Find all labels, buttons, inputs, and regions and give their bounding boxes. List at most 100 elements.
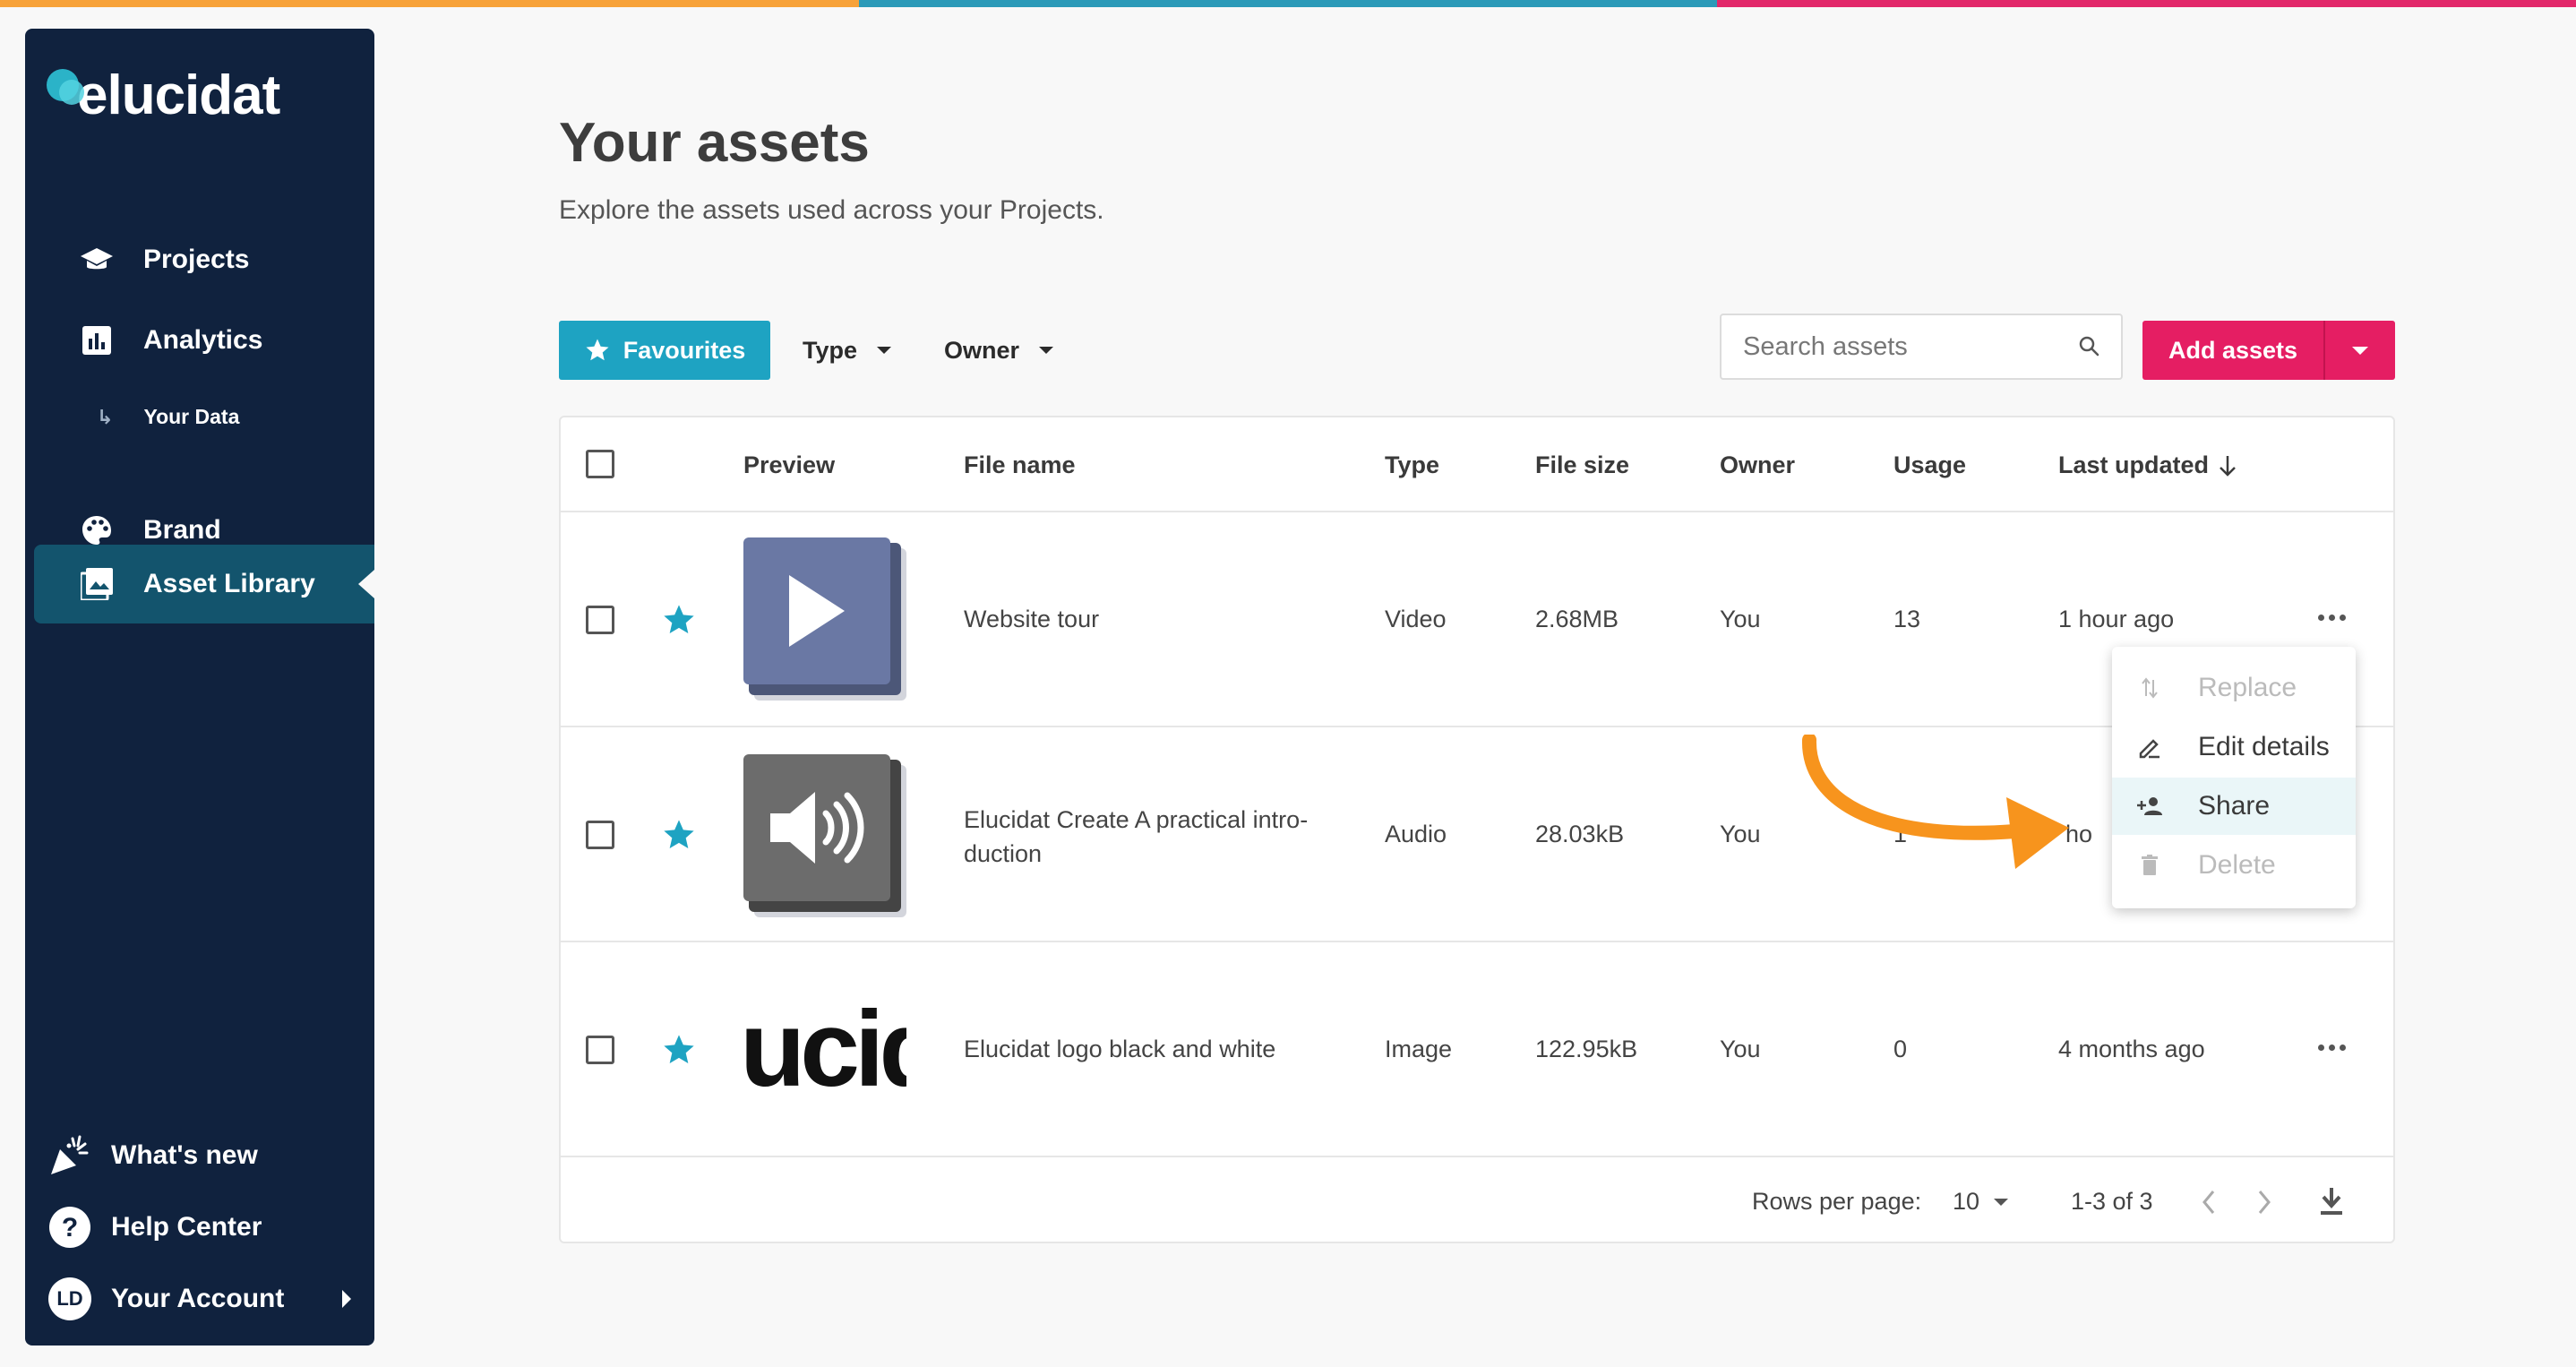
logo-mark-icon bbox=[43, 64, 90, 117]
column-header-owner[interactable]: Owner bbox=[1720, 451, 1795, 479]
chevron-right-icon bbox=[342, 1290, 351, 1308]
download-icon[interactable] bbox=[2318, 1186, 2345, 1217]
file-name-line-2: duction bbox=[964, 840, 1043, 867]
sidebar-item-asset-library[interactable]: Asset Library bbox=[34, 545, 374, 623]
table-row[interactable]: ucid Elucidat logo black and white Image… bbox=[561, 942, 2393, 1157]
file-name-cell[interactable]: Elucidat logo black and white bbox=[964, 1036, 1275, 1063]
file-name-cell[interactable]: Website tour bbox=[964, 606, 1099, 633]
menu-item-label: Edit details bbox=[2198, 732, 2330, 761]
last-updated-cell: 1 hour ago bbox=[2058, 606, 2175, 632]
audio-preview-thumbnail bbox=[743, 754, 906, 917]
menu-item-delete[interactable]: Delete bbox=[2112, 837, 2356, 894]
chevron-right-icon[interactable] bbox=[2255, 1188, 2273, 1217]
caret-down-icon bbox=[1039, 347, 1054, 354]
owner-filter-dropdown[interactable]: Owner bbox=[944, 321, 1054, 380]
whats-new-link[interactable]: What's new bbox=[47, 1127, 369, 1184]
select-all-checkbox[interactable] bbox=[586, 450, 614, 478]
avatar-wrapper: LD bbox=[47, 1276, 93, 1322]
bar-chart-icon bbox=[79, 322, 115, 358]
type-cell: Video bbox=[1385, 606, 1447, 632]
type-filter-label: Type bbox=[803, 336, 858, 364]
owner-cell: You bbox=[1720, 821, 1761, 847]
help-center-label: Help Center bbox=[111, 1212, 262, 1242]
table-pagination: Rows per page: 10 1-3 of 3 bbox=[561, 1161, 2393, 1245]
last-updated-cell: 4 months ago bbox=[2058, 1036, 2205, 1062]
row-actions-menu: Replace Edit details Share Delete bbox=[2112, 647, 2356, 908]
type-cell: Audio bbox=[1385, 821, 1447, 847]
column-header-usage[interactable]: Usage bbox=[1893, 451, 1966, 479]
palette-icon bbox=[79, 512, 115, 548]
row-checkbox[interactable] bbox=[586, 606, 614, 634]
more-actions-icon[interactable] bbox=[2318, 1045, 2346, 1051]
speaker-icon bbox=[770, 792, 864, 864]
sidebar: elucidat Projects Analytics ↳ Your Data … bbox=[25, 29, 374, 1346]
star-icon[interactable] bbox=[661, 817, 697, 853]
add-person-icon bbox=[2135, 795, 2164, 817]
help-center-link[interactable]: ? Help Center bbox=[47, 1199, 369, 1256]
star-icon[interactable] bbox=[661, 602, 697, 638]
column-header-file-size[interactable]: File size bbox=[1535, 451, 1629, 479]
menu-item-label: Replace bbox=[2198, 673, 2297, 702]
sidebar-item-label: Brand bbox=[143, 515, 221, 545]
file-size-cell: 122.95kB bbox=[1535, 1036, 1638, 1062]
owner-cell: You bbox=[1720, 1036, 1761, 1062]
column-header-type[interactable]: Type bbox=[1385, 451, 1439, 479]
add-assets-dropdown-toggle[interactable] bbox=[2325, 346, 2395, 355]
file-size-cell: 2.68MB bbox=[1535, 606, 1619, 632]
favourites-label: Favourites bbox=[623, 336, 746, 364]
column-header-last-updated[interactable]: Last updated bbox=[2058, 451, 2237, 479]
caret-down-icon bbox=[877, 347, 892, 354]
search-input[interactable]: Search assets bbox=[1720, 314, 2123, 380]
star-icon bbox=[586, 339, 609, 361]
file-name-cell[interactable]: Elucidat Create A practical intro- ducti… bbox=[964, 803, 1308, 871]
usage-cell: 13 bbox=[1893, 606, 1921, 632]
your-account-link[interactable]: LD Your Account bbox=[47, 1270, 369, 1328]
graduation-cap-icon bbox=[79, 242, 115, 278]
type-filter-dropdown[interactable]: Type bbox=[803, 321, 892, 380]
star-icon[interactable] bbox=[661, 1032, 697, 1068]
rows-per-page-label: Rows per page: bbox=[1752, 1188, 1922, 1215]
owner-cell: You bbox=[1720, 606, 1761, 632]
file-size-cell: 28.03kB bbox=[1535, 821, 1625, 847]
svg-text:?: ? bbox=[62, 1213, 78, 1242]
rows-per-page-value: 10 bbox=[1953, 1188, 1980, 1215]
avatar: LD bbox=[48, 1277, 91, 1320]
menu-item-edit-details[interactable]: Edit details bbox=[2112, 718, 2356, 776]
sidebar-item-projects[interactable]: Projects bbox=[34, 220, 374, 299]
play-icon bbox=[789, 575, 845, 647]
more-actions-icon[interactable] bbox=[2318, 615, 2346, 621]
search-icon bbox=[2078, 335, 2101, 365]
annotation-arrow-icon bbox=[1801, 735, 2069, 869]
add-assets-split-button: Add assets bbox=[2142, 321, 2395, 380]
add-assets-button[interactable]: Add assets bbox=[2142, 337, 2323, 365]
sidebar-item-label: Your Data bbox=[143, 405, 240, 428]
pagination-range: 1-3 of 3 bbox=[2071, 1188, 2153, 1215]
pencil-icon bbox=[2135, 735, 2164, 759]
party-popper-icon bbox=[47, 1132, 93, 1179]
sidebar-item-label: Analytics bbox=[143, 325, 263, 355]
owner-filter-label: Owner bbox=[944, 336, 1020, 364]
your-account-label: Your Account bbox=[111, 1284, 285, 1313]
file-name-line-1: Elucidat Create A practical intro- bbox=[964, 806, 1309, 833]
menu-item-label: Delete bbox=[2198, 850, 2276, 880]
row-checkbox[interactable] bbox=[586, 821, 614, 849]
menu-item-label: Share bbox=[2198, 791, 2271, 821]
menu-item-share[interactable]: Share bbox=[2112, 778, 2356, 835]
whats-new-label: What's new bbox=[111, 1140, 258, 1170]
elucidat-logo[interactable]: elucidat bbox=[43, 50, 280, 131]
row-checkbox[interactable] bbox=[586, 1036, 614, 1064]
sidebar-item-your-data[interactable]: ↳ Your Data bbox=[97, 405, 239, 429]
favourites-button[interactable]: Favourites bbox=[559, 321, 770, 380]
column-header-preview: Preview bbox=[743, 451, 836, 478]
chevron-left-icon[interactable] bbox=[2200, 1188, 2218, 1217]
type-cell: Image bbox=[1385, 1036, 1453, 1062]
caret-down-icon bbox=[1994, 1198, 2009, 1206]
page-title: Your assets bbox=[559, 112, 870, 174]
top-color-bar bbox=[0, 0, 2576, 7]
image-library-icon bbox=[79, 566, 115, 602]
video-preview-thumbnail bbox=[743, 537, 906, 701]
rows-per-page-select[interactable]: 10 bbox=[1953, 1188, 2009, 1216]
menu-item-replace[interactable]: Replace bbox=[2112, 659, 2356, 717]
column-header-file-name[interactable]: File name bbox=[964, 451, 1076, 479]
sidebar-item-analytics[interactable]: Analytics bbox=[34, 301, 374, 380]
